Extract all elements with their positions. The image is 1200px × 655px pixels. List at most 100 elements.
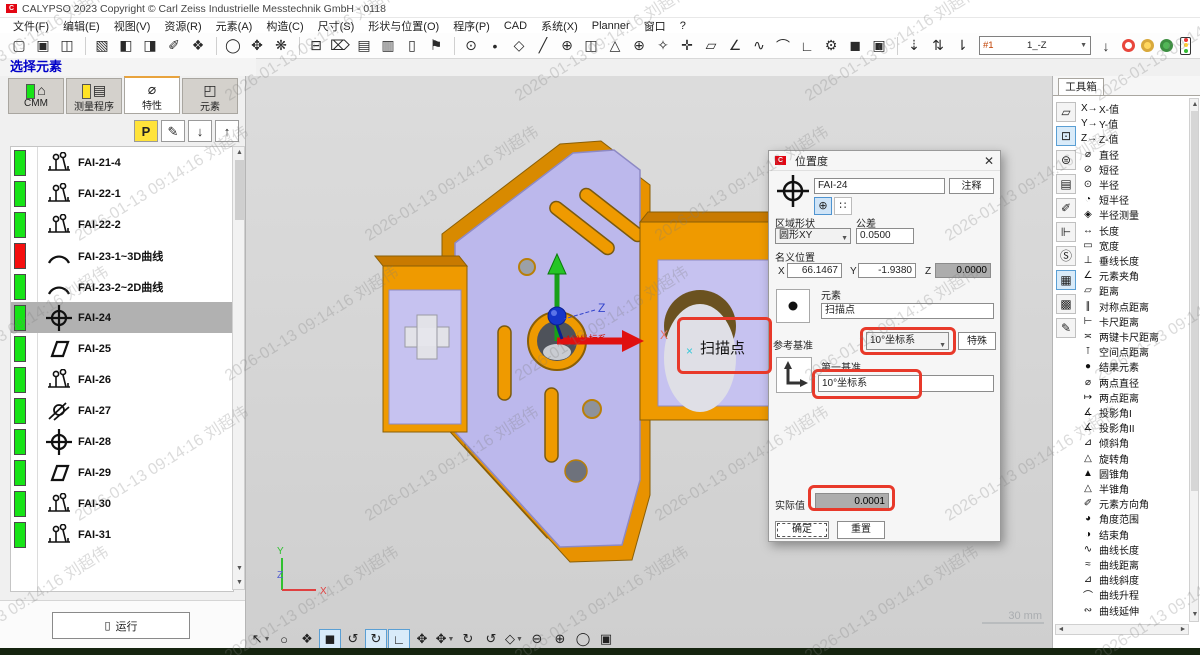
p-button[interactable]: P (134, 120, 158, 142)
right-list-scrollbar[interactable]: ▲ ▼ (1189, 98, 1199, 622)
point-feature-icon[interactable]: • (484, 36, 506, 56)
toolbox-alt-icon[interactable]: ▩ (1056, 294, 1076, 314)
toolbox-item-距离[interactable]: ▱距离 (1081, 283, 1187, 298)
scroll-down-arrow[interactable]: ▼ (233, 563, 246, 575)
menu-item-6[interactable]: 尺寸(S) (311, 18, 362, 34)
view-orientation-icon[interactable]: ◇▼ (503, 629, 525, 648)
group-icon[interactable]: ✥ (246, 36, 268, 56)
datum-select[interactable]: 10°坐标系 ▼ (866, 332, 949, 350)
rotate-axis-icon[interactable]: ∟ (388, 629, 410, 648)
ok-button[interactable]: 确定 (775, 521, 829, 539)
toolbox-tab[interactable]: 工具箱 (1058, 78, 1104, 96)
traffic-light-icon[interactable] (1180, 37, 1191, 55)
x-field[interactable]: 66.1467 (787, 263, 842, 278)
list-item-FAI-25[interactable]: FAI-25 (11, 333, 233, 364)
run-button[interactable]: ▯ 运行 (52, 612, 190, 639)
open-icon[interactable]: ▣ (32, 36, 54, 56)
hscroll-left-arrow[interactable]: ◄ (1056, 625, 1066, 635)
list-item-FAI-26[interactable]: FAI-26 (11, 364, 233, 395)
card-icon[interactable]: ▯ (401, 36, 423, 56)
toolbox-item-垂线长度[interactable]: ⊥垂线长度 (1081, 253, 1187, 268)
toolbox-item-旋转角[interactable]: △旋转角 (1081, 451, 1187, 466)
menu-item-10[interactable]: 系统(X) (534, 18, 585, 34)
pan-xyz-icon[interactable]: ✥▼ (434, 629, 456, 648)
splitter-arrow[interactable]: ▼ (233, 577, 246, 589)
menu-item-4[interactable]: 元素(A) (209, 18, 260, 34)
menu-item-5[interactable]: 构造(C) (259, 18, 310, 34)
copy-icon[interactable]: ◧ (115, 36, 137, 56)
toolbox-item-卡尺距离[interactable]: ⊢卡尺距离 (1081, 314, 1187, 329)
menu-item-12[interactable]: 窗口 (637, 18, 673, 34)
hscroll-right-arrow[interactable]: ► (1178, 625, 1188, 635)
scroll-up-arrow[interactable]: ▲ (233, 147, 246, 159)
report-copy-icon[interactable]: ▥ (377, 36, 399, 56)
line-feature-icon[interactable]: ╱ (532, 36, 554, 56)
tab-特性[interactable]: ⌀特性 (124, 76, 180, 114)
feature-field[interactable]: 扫描点 (821, 303, 994, 319)
toolbox-item-Y-值[interactable]: Y→Y-值 (1081, 116, 1187, 131)
cone-feature-icon[interactable]: △ (604, 36, 626, 56)
tab-测量程序[interactable]: ▤测量程序 (66, 78, 122, 114)
search-icon[interactable]: ◯ (222, 36, 244, 56)
annotate-button[interactable]: 注释 (949, 178, 994, 194)
toolbox-item-元素方向角[interactable]: ✐元素方向角 (1081, 496, 1187, 511)
symmetry-feature-icon[interactable]: ✧ (652, 36, 674, 56)
toolbox-item-曲线斜度[interactable]: ⊿曲线斜度 (1081, 572, 1187, 587)
delete-icon[interactable]: ⌦ (329, 36, 351, 56)
print-icon[interactable]: ⊟ (305, 36, 327, 56)
rotate-free-icon[interactable]: ↺ (342, 629, 364, 648)
rotate-mode-icon[interactable]: ↻ (365, 629, 387, 648)
y-field[interactable]: -1.9380 (858, 263, 916, 278)
first-datum-field[interactable]: 10°坐标系 (818, 375, 994, 392)
edit-pencil-button[interactable]: ✎ (161, 120, 185, 142)
list-item-FAI-27[interactable]: FAI-27 (11, 395, 233, 426)
list-item-FAI-31[interactable]: FAI-31 (11, 519, 233, 550)
right-hscrollbar[interactable]: ◄ ► (1055, 624, 1189, 635)
color-cube-icon[interactable]: ▣ (868, 36, 890, 56)
list-item-FAI-22-1[interactable]: FAI-22-1 (11, 178, 233, 209)
select-cursor-icon[interactable]: ↖▼ (250, 629, 272, 648)
status-yellow-icon[interactable] (1141, 39, 1154, 52)
toolbox-item-两键卡尺距离[interactable]: ≍两键卡尺距离 (1081, 329, 1187, 344)
tolerance-field[interactable]: 0.0500 (856, 228, 914, 244)
list-item-FAI-23-1~3D曲线[interactable]: FAI-23-1~3D曲线 (11, 240, 233, 271)
toolbox-item-元素夹角[interactable]: ∠元素夹角 (1081, 268, 1187, 283)
left-list-scrollbar[interactable]: ▲ ▼ ▼ (232, 146, 245, 590)
arc-feature-icon[interactable]: ⌒ (772, 36, 794, 56)
toolbox-item-短径[interactable]: ⊘短径 (1081, 162, 1187, 177)
toolbox-item-半锥角[interactable]: △半锥角 (1081, 481, 1187, 496)
list-item-FAI-28[interactable]: FAI-28 (11, 426, 233, 457)
toolbox-item-结果元素[interactable]: ●结果元素 (1081, 359, 1187, 374)
select-frame-icon[interactable]: ▧ (91, 36, 113, 56)
plane2-feature-icon[interactable]: ▱ (700, 36, 722, 56)
name-field[interactable]: FAI-24 (814, 178, 945, 194)
zoom-out-icon[interactable]: ⊖ (526, 629, 548, 648)
toolbox-item-曲线距离[interactable]: ≈曲线距离 (1081, 557, 1187, 572)
toolbox-item-曲线延伸[interactable]: ∾曲线延伸 (1081, 603, 1187, 618)
point-display-icon[interactable]: ○ (273, 629, 295, 648)
toolbox-item-投影角I[interactable]: ∡投影角I (1081, 405, 1187, 420)
stylus-tool-icon[interactable]: ✐ (1056, 198, 1076, 218)
toolbox-item-短半径[interactable]: ◔短半径 (1081, 192, 1187, 207)
toolbox-item-结束角[interactable]: ◑结束角 (1081, 527, 1187, 542)
coordinate-system-icon[interactable]: ∟ (796, 36, 818, 56)
group-alt-icon[interactable]: ❋ (270, 36, 292, 56)
toolbox-item-圆锥角[interactable]: ▲圆锥角 (1081, 466, 1187, 481)
dialog-title-bar[interactable]: C 位置度 ✕ (769, 151, 1000, 171)
toolbox-item-半径[interactable]: ⊙半径 (1081, 177, 1187, 192)
special-button[interactable]: 特殊 (958, 332, 996, 350)
temp-probe-icon[interactable]: ⇣ (903, 36, 925, 56)
menu-item-8[interactable]: 程序(P) (446, 18, 497, 34)
ruler-icon[interactable]: ▤ (1056, 174, 1076, 194)
clamp-icon[interactable]: ⊩ (1056, 222, 1076, 242)
save-icon[interactable]: ◫ (56, 36, 78, 56)
zoom-fit-icon[interactable]: ▣ (595, 629, 617, 648)
status-green-icon[interactable] (1160, 39, 1173, 52)
cylinder-feature-icon[interactable]: ◫ (580, 36, 602, 56)
angle-feature-icon[interactable]: ∠ (724, 36, 746, 56)
menu-item-0[interactable]: 文件(F) (6, 18, 56, 34)
menu-item-1[interactable]: 编辑(E) (56, 18, 107, 34)
toolbox-item-倾斜角[interactable]: ⊿倾斜角 (1081, 435, 1187, 450)
feature-display-icon[interactable]: ❖ (296, 629, 318, 648)
tab-元素[interactable]: ◰元素 (182, 78, 238, 114)
